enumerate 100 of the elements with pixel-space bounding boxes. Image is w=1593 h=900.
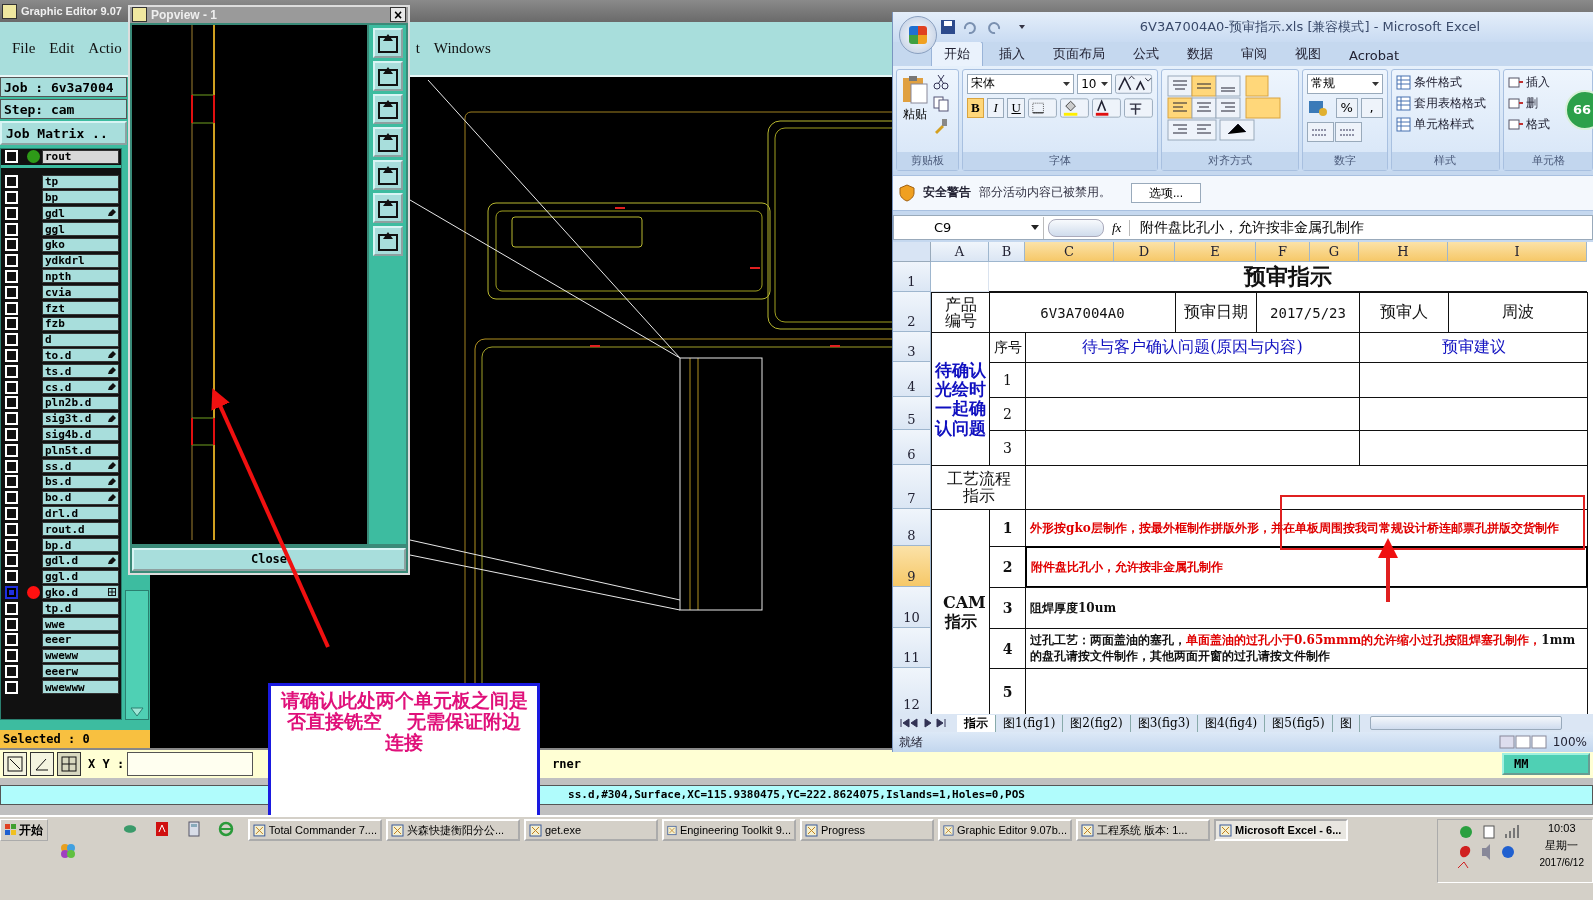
scrollbar[interactable]	[1369, 716, 1562, 731]
units-button[interactable]: MM	[1502, 753, 1590, 775]
layer-name[interactable]: sig4b.d	[42, 427, 119, 442]
layer-name[interactable]: eeerw	[42, 664, 119, 679]
row-header[interactable]: 1	[893, 262, 931, 293]
close-button[interactable]: Close	[132, 547, 406, 571]
formula-field[interactable]: 附件盘比孔小，允许按非金属孔制作	[1130, 218, 1365, 237]
layer-name[interactable]: bp.d	[42, 538, 119, 552]
layer-name[interactable]: rout	[42, 149, 119, 164]
column-header[interactable]: I	[1448, 242, 1587, 263]
bold-button[interactable]: B	[966, 97, 984, 118]
taskbar-button[interactable]: Total Commander 7....	[248, 819, 382, 841]
row-header[interactable]: 11	[893, 628, 931, 669]
layer-name[interactable]: gdl	[42, 206, 119, 221]
layer-name[interactable]: sig3t.d	[42, 411, 119, 426]
layer-name[interactable]: bp	[42, 190, 119, 205]
layer-name[interactable]: ggl	[42, 222, 119, 237]
ribbon-tab[interactable]: 数据	[1175, 41, 1225, 66]
column-header[interactable]: F	[1256, 242, 1310, 263]
layer-name[interactable]: drl.d	[42, 506, 119, 521]
style-command[interactable]: 单元格样式	[1395, 115, 1474, 133]
layer-name[interactable]: eeer	[42, 632, 119, 647]
view-tool-icon[interactable]	[372, 126, 403, 157]
column-header[interactable]: E	[1175, 242, 1256, 263]
layer-name[interactable]: npth	[42, 269, 119, 284]
ribbon-tab[interactable]: 审阅	[1229, 41, 1279, 66]
taskbar-button[interactable]: get.exe	[524, 819, 658, 841]
app-icon[interactable]	[60, 843, 76, 859]
percent-button[interactable]: %	[1335, 97, 1358, 118]
ribbon-tab[interactable]: 插入	[987, 41, 1037, 66]
layer-name[interactable]: ts.d	[42, 364, 119, 379]
column-header[interactable]: C	[1025, 242, 1114, 263]
cells-command[interactable]: 删	[1508, 94, 1539, 112]
layer-name[interactable]: ss.d	[42, 459, 119, 474]
layer-name[interactable]: pln2b.d	[42, 395, 119, 410]
view-tool-icon[interactable]	[372, 192, 403, 223]
formula-bar-handle[interactable]	[1048, 218, 1104, 237]
layer-name[interactable]: ggl.d	[42, 569, 119, 584]
comma-button[interactable]: ,	[1360, 97, 1383, 118]
row-header[interactable]: 2	[893, 292, 931, 333]
border-icon[interactable]	[1027, 97, 1057, 118]
sheet-tab[interactable]: 图1(fig1)	[996, 714, 1064, 732]
row-header[interactable]: 9	[893, 546, 931, 588]
cells-command[interactable]: 格式	[1508, 115, 1551, 133]
layer-name[interactable]: wwe	[42, 617, 119, 631]
layer-name[interactable]: gko.d	[42, 585, 119, 600]
ribbon-tab[interactable]: 开始	[931, 40, 983, 66]
layer-name[interactable]: cs.d	[42, 380, 119, 395]
name-box[interactable]: C9	[894, 216, 1044, 239]
view-tool-icon[interactable]	[372, 27, 403, 58]
view-tool-icon[interactable]	[372, 60, 403, 91]
layer-name[interactable]: ydkdrl	[42, 253, 119, 268]
taskbar-button[interactable]: Progress	[800, 819, 934, 841]
ribbon-tab[interactable]: 页面布局	[1041, 41, 1117, 66]
sheet-tab[interactable]: 指示	[957, 714, 996, 732]
ribbon-tab[interactable]: Acrobat	[1337, 44, 1412, 66]
row-header[interactable]: 5	[893, 397, 931, 431]
column-header[interactable]: G	[1310, 242, 1359, 263]
row-header[interactable]: 6	[893, 430, 931, 466]
italic-button[interactable]: I	[987, 97, 1005, 118]
options-button[interactable]: 选项...	[1131, 182, 1201, 203]
layer-name[interactable]: wweww	[42, 648, 119, 663]
taskbar-button[interactable]: Engineering Toolkit 9...	[662, 819, 796, 841]
underline-button[interactable]: U	[1007, 97, 1025, 118]
taskbar-button[interactable]: 兴森快捷衡阳分公...	[386, 819, 520, 841]
view-tool-icon[interactable]	[372, 159, 403, 190]
number-format-field[interactable]: 常规	[1306, 73, 1383, 94]
layer-name[interactable]: bo.d	[42, 490, 119, 505]
sheet-tab[interactable]: 图3(fig3)	[1130, 714, 1198, 732]
start-button[interactable]: 开始	[0, 819, 48, 841]
sheet-tab[interactable]: 图	[1332, 714, 1360, 732]
grid-icon[interactable]	[57, 752, 81, 776]
column-header[interactable]: H	[1359, 242, 1448, 263]
layer-checkbox[interactable]	[5, 585, 18, 599]
brush-icon[interactable]	[933, 117, 949, 134]
taskbar-button[interactable]: Microsoft Excel - 6...	[1214, 819, 1348, 841]
menu-item[interactable]: Windows	[433, 40, 491, 57]
layer-name[interactable]: tp	[42, 174, 119, 189]
copy-icon[interactable]	[933, 95, 949, 112]
phonetic-icon[interactable]	[1123, 97, 1153, 118]
font-color-icon[interactable]	[1091, 97, 1121, 118]
view-tool-icon[interactable]	[372, 225, 403, 256]
layer-name[interactable]: rout.d	[42, 522, 119, 537]
row-header[interactable]: 12	[893, 668, 931, 715]
sheet-tab[interactable]: 图4(fig4)	[1198, 714, 1266, 732]
style-command[interactable]: 套用表格格式	[1395, 94, 1486, 112]
layer-name[interactable]: bs.d	[42, 474, 119, 489]
scrollbar[interactable]	[125, 590, 149, 720]
menu-item[interactable]: Edit	[49, 40, 75, 57]
cut-icon[interactable]	[933, 73, 949, 90]
row-header[interactable]: 4	[893, 362, 931, 398]
style-command[interactable]: 条件格式	[1395, 73, 1462, 91]
ribbon-tab[interactable]: 视图	[1283, 41, 1333, 66]
taskbar-button[interactable]: Graphic Editor 9.07b...	[938, 819, 1072, 841]
layer-name[interactable]: tp.d	[42, 601, 119, 616]
row-header[interactable]: 3	[893, 332, 931, 363]
layer-name[interactable]: pln5t.d	[42, 443, 119, 458]
column-header[interactable]: D	[1114, 242, 1175, 263]
layer-name[interactable]: fzb	[42, 316, 119, 331]
taskbar-button[interactable]: 工程系统 版本: 1...	[1076, 819, 1210, 841]
